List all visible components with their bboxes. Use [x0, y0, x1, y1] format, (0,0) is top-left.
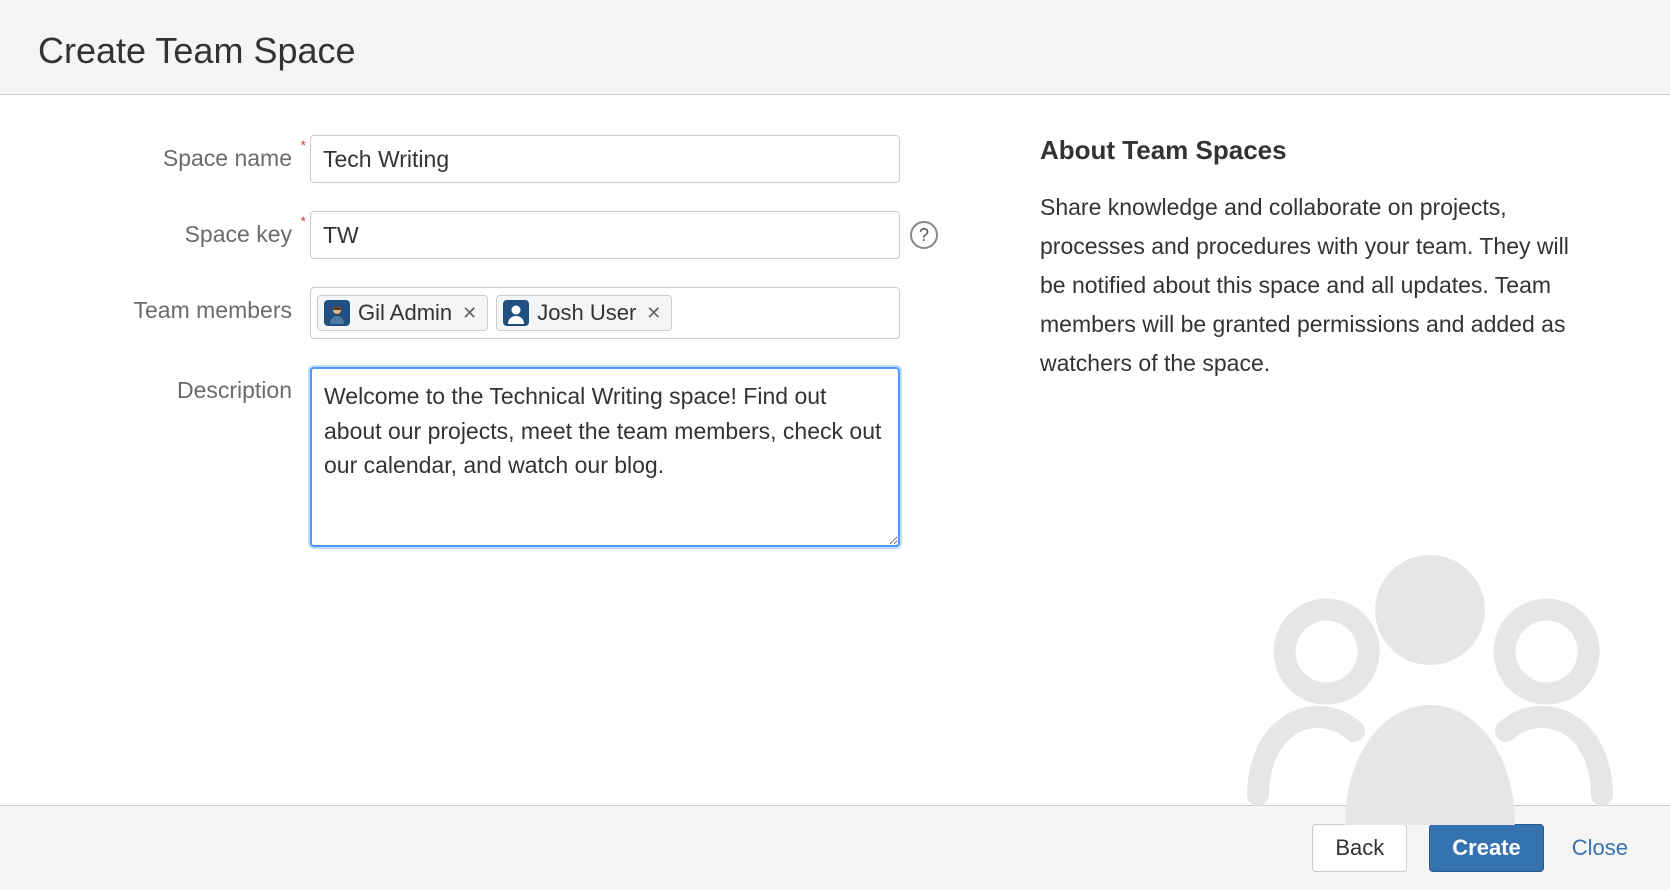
- chip-remove-icon[interactable]: ✕: [644, 303, 663, 324]
- description-label: Description: [90, 367, 310, 404]
- description-row: Description: [90, 367, 940, 547]
- space-name-input[interactable]: [310, 135, 900, 183]
- team-members-label: Team members: [90, 287, 310, 324]
- create-button[interactable]: Create: [1429, 824, 1543, 872]
- space-key-row: Space key ?: [90, 211, 940, 259]
- avatar-icon: [324, 300, 350, 326]
- space-key-input[interactable]: [310, 211, 900, 259]
- dialog-title: Create Team Space: [38, 30, 1632, 72]
- info-column: About Team Spaces Share knowledge and co…: [1040, 135, 1580, 785]
- member-chip: Josh User ✕: [496, 295, 672, 331]
- dialog-body: Space name Space key ? Team members: [0, 95, 1670, 805]
- dialog-header: Create Team Space: [0, 0, 1670, 95]
- team-members-input[interactable]: Gil Admin ✕ Josh User ✕: [310, 287, 900, 339]
- chip-remove-icon[interactable]: ✕: [460, 303, 479, 324]
- back-button[interactable]: Back: [1312, 824, 1407, 872]
- member-chip: Gil Admin ✕: [317, 295, 488, 331]
- member-chip-name: Josh User: [537, 300, 636, 326]
- form-column: Space name Space key ? Team members: [90, 135, 940, 785]
- team-graphic-icon: [1240, 525, 1620, 825]
- description-textarea[interactable]: [310, 367, 900, 547]
- avatar-icon: [503, 300, 529, 326]
- create-team-space-dialog: Create Team Space Space name Space key ?…: [0, 0, 1670, 890]
- space-key-label: Space key: [90, 211, 310, 248]
- member-chip-name: Gil Admin: [358, 300, 452, 326]
- help-icon[interactable]: ?: [910, 221, 938, 249]
- info-body: Share knowledge and collaborate on proje…: [1040, 188, 1580, 383]
- close-button[interactable]: Close: [1566, 825, 1634, 871]
- info-title: About Team Spaces: [1040, 135, 1580, 166]
- space-name-label: Space name: [90, 135, 310, 172]
- space-name-row: Space name: [90, 135, 940, 183]
- team-members-row: Team members Gil Admin ✕: [90, 287, 940, 339]
